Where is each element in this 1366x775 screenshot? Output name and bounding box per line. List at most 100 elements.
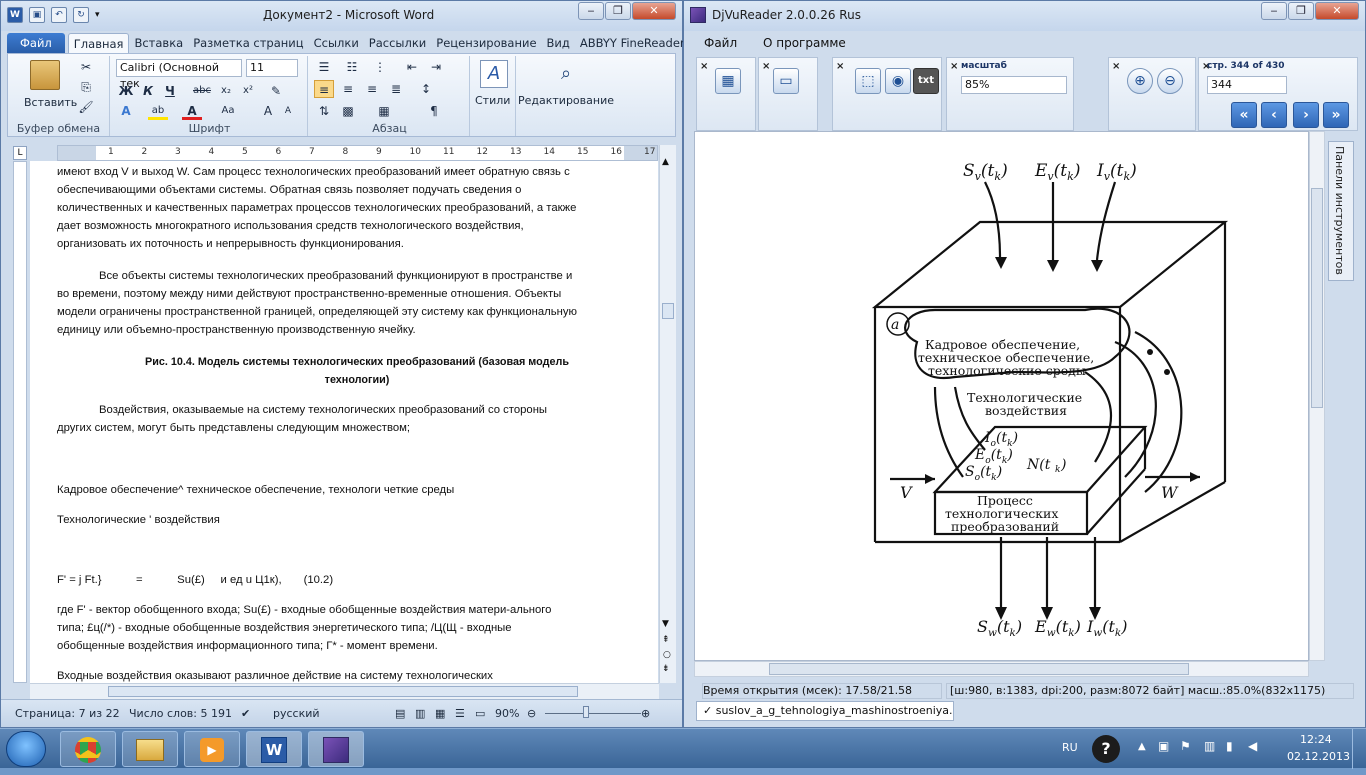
text-mode-icon[interactable]: txt [913,68,939,94]
shading-icon[interactable]: ▩ [338,102,358,120]
help-icon[interactable]: ? [1092,735,1120,763]
underline-icon[interactable]: Ч [160,82,180,100]
horizontal-ruler[interactable]: 1 2 3 4 5 6 7 8 9 10 11 12 13 14 15 16 17 [57,145,658,161]
highlight-icon[interactable]: ab [148,102,168,120]
italic-icon[interactable]: К [138,82,158,100]
djvu-scroll-thumb[interactable] [1311,188,1323,408]
next-page-icon[interactable]: › [1293,102,1319,128]
paste-icon[interactable] [30,60,60,90]
document-page[interactable]: имеют вход V и выход W. Сам процесс техн… [30,161,658,683]
status-words[interactable]: Число слов: 5 191 [129,707,232,720]
prev-page-icon[interactable]: ⇞ [662,635,670,645]
minimize-button[interactable]: ‒ [578,2,604,20]
tab-insert[interactable]: Вставка [129,33,188,53]
word-taskbar-icon[interactable]: W [246,731,302,767]
sort-icon[interactable]: ⇅ [314,102,334,120]
align-center-icon[interactable]: ≡ [338,80,358,98]
zoom-out-icon[interactable]: ⊖ [527,707,536,720]
multilevel-list-icon[interactable]: ⋮ [370,58,390,76]
tab-abbyy[interactable]: ABBYY FineReader [575,33,690,53]
font-size-combo[interactable]: 11 [246,59,298,77]
bold-icon[interactable]: Ж [116,82,136,100]
djvu-page-viewer[interactable]: a Кадровое обеспечение, техническое обес… [694,131,1309,661]
cut-icon[interactable]: ✂ [76,58,96,76]
clear-format-icon[interactable]: ✎ [266,82,286,100]
print-layout-icon[interactable]: ▤ [395,707,405,720]
tab-file[interactable]: Файл [7,33,65,53]
explorer-taskbar-icon[interactable] [122,731,178,767]
page-view-icon[interactable]: ▭ [773,68,799,94]
page-combo[interactable]: 344 [1207,76,1287,94]
flag-icon[interactable]: ⚑ [1180,739,1191,753]
numbering-icon[interactable]: ☷ [342,58,362,76]
tab-review[interactable]: Рецензирование [431,33,541,53]
web-layout-icon[interactable]: ▦ [435,707,445,720]
justify-icon[interactable]: ≣ [386,80,406,98]
last-page-icon[interactable]: » [1323,102,1349,128]
toolbar-close-icon[interactable]: × [700,61,708,72]
text-effects-icon[interactable]: A [116,102,136,120]
subscript-icon[interactable]: x₂ [216,82,236,100]
undo-icon[interactable]: ↶ [51,7,67,23]
tab-home[interactable]: Главная [67,33,130,53]
scale-combo[interactable]: 85% [961,76,1067,94]
media-player-taskbar-icon[interactable]: ▶ [184,731,240,767]
grow-font-icon[interactable]: A [258,102,278,120]
customize-qat-icon[interactable]: ▾ [95,10,100,20]
increase-indent-icon[interactable]: ⇥ [426,58,446,76]
select-icon[interactable]: ⬚ [855,68,881,94]
djvu-vertical-scrollbar[interactable] [1309,131,1325,661]
copy-icon[interactable]: ⎘ [76,78,96,96]
editing-button[interactable]: Редактирование [518,94,614,107]
styles-button[interactable]: Стили [475,94,510,107]
proofing-icon[interactable]: ✔ [241,707,250,720]
save-icon[interactable]: ▣ [29,7,45,23]
start-button[interactable] [6,731,46,767]
bullets-icon[interactable]: ☰ [314,58,334,76]
scroll-thumb[interactable] [662,303,674,319]
show-desktop-button[interactable] [1352,729,1366,769]
volume-icon[interactable]: ◀ [1248,739,1257,753]
full-screen-icon[interactable]: ▥ [415,707,425,720]
tab-view[interactable]: Вид [542,33,575,53]
tab-references[interactable]: Ссылки [309,33,364,53]
strikethrough-icon[interactable]: abc [192,82,212,100]
align-left-icon[interactable]: ≡ [314,80,334,98]
show-marks-icon[interactable]: ¶ [424,102,444,120]
toolbar-close-icon[interactable]: × [1112,61,1120,72]
menu-file[interactable]: Файл [704,36,737,50]
status-language[interactable]: русский [273,707,320,720]
toolbar-close-icon[interactable]: × [950,61,958,72]
line-spacing-icon[interactable]: ↕ [416,80,436,98]
network-icon[interactable]: ▥ [1204,739,1215,753]
language-indicator[interactable]: RU [1062,741,1078,754]
zoom-in-icon[interactable]: ⊕ [641,707,650,720]
paste-button[interactable]: Вставить [24,96,77,109]
scroll-up-icon[interactable]: ▲ [662,157,669,167]
snapshot-icon[interactable]: ◉ [885,68,911,94]
outline-icon[interactable]: ☰ [455,707,465,720]
find-icon[interactable]: ⌕ [552,60,580,88]
djvu-app-icon[interactable] [690,7,706,23]
zoom-slider-thumb[interactable] [583,706,589,718]
first-page-icon[interactable]: « [1231,102,1257,128]
change-case-icon[interactable]: Aa [218,102,238,120]
draft-icon[interactable]: ▭ [475,707,485,720]
menu-about[interactable]: О программе [763,36,846,50]
status-page[interactable]: Страница: 7 из 22 [15,707,120,720]
chrome-taskbar-icon[interactable] [60,731,116,767]
status-zoom[interactable]: 90% [495,707,519,720]
tray-arrow-icon[interactable]: ▲ [1138,741,1146,752]
superscript-icon[interactable]: x² [238,82,258,100]
scroll-down-icon[interactable]: ▼ [662,619,669,629]
tray-app-icon[interactable]: ▣ [1158,739,1169,753]
vertical-ruler[interactable] [13,161,27,683]
styles-icon[interactable]: A [480,60,508,88]
tab-mailings[interactable]: Рассылки [364,33,431,53]
toolbar-close-icon[interactable]: × [836,61,844,72]
redo-icon[interactable]: ↻ [73,7,89,23]
djvu-taskbar-icon[interactable] [308,731,364,767]
word-app-icon[interactable]: W [7,7,23,23]
toolbars-side-panel[interactable]: Панели инструментов [1328,141,1354,281]
shrink-font-icon[interactable]: A [278,102,298,120]
